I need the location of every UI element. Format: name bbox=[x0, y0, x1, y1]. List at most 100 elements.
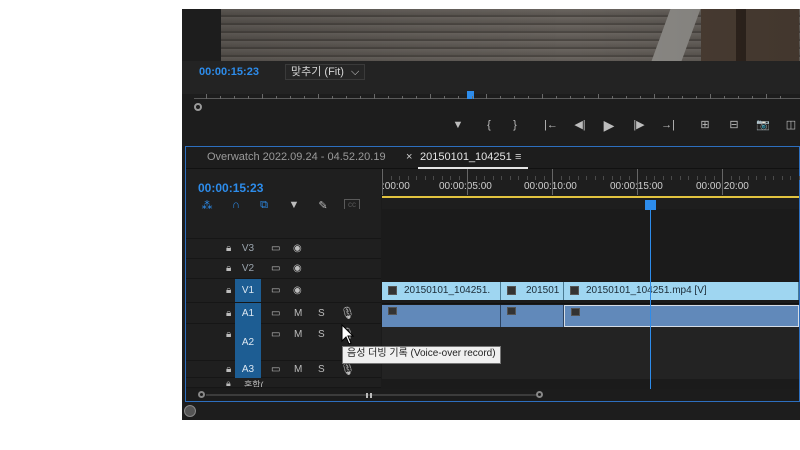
lock-icon[interactable]: 🔒︎ bbox=[226, 378, 231, 387]
sync-lock-icon[interactable]: ▭ bbox=[271, 263, 280, 274]
comparison-view-button[interactable]: ◫ bbox=[780, 114, 800, 136]
microphone-icon[interactable]: 🎙︎ bbox=[340, 306, 355, 320]
ruler-tick bbox=[637, 169, 638, 195]
ruler-tick bbox=[697, 176, 698, 180]
play-button[interactable]: ▶ bbox=[598, 114, 620, 136]
mute-button[interactable]: M bbox=[294, 308, 302, 319]
ruler-tick bbox=[765, 176, 766, 180]
sync-lock-icon[interactable]: ▭ bbox=[271, 285, 280, 296]
add-marker-button[interactable]: ▼ bbox=[447, 114, 469, 136]
mark-in-button[interactable]: { bbox=[478, 114, 500, 136]
lock-icon[interactable]: 🔒︎ bbox=[226, 329, 231, 340]
sync-lock-icon[interactable]: ▭ bbox=[271, 329, 280, 340]
video-clip[interactable]: 201501 bbox=[501, 282, 564, 300]
ruler-tick bbox=[780, 96, 781, 99]
fit-dropdown[interactable]: 맞추기 (Fit) ⌵ bbox=[285, 64, 366, 80]
step-back-button[interactable]: ◀| bbox=[569, 114, 591, 136]
scroll-handle-left[interactable] bbox=[198, 391, 205, 398]
audio-clip[interactable] bbox=[382, 305, 501, 327]
mark-out-button[interactable]: } bbox=[504, 114, 526, 136]
track-name-a3[interactable]: A3 bbox=[235, 361, 261, 378]
ruler-tick bbox=[248, 96, 249, 99]
solo-button[interactable]: S bbox=[318, 308, 325, 319]
lock-icon[interactable]: 🔒︎ bbox=[226, 243, 231, 254]
ruler-tick bbox=[486, 94, 487, 99]
track-name-v2[interactable]: V2 bbox=[235, 263, 261, 274]
extract-button[interactable]: ⊟ bbox=[723, 114, 745, 136]
ruler-tick bbox=[722, 169, 723, 195]
panel-menu-icon[interactable]: ≡ bbox=[515, 151, 521, 163]
ruler-tick bbox=[705, 176, 706, 180]
ruler-tick bbox=[612, 96, 613, 99]
mute-button[interactable]: M bbox=[294, 329, 302, 340]
ruler-tick bbox=[756, 176, 757, 180]
video-clip[interactable]: 20150101_104251.mp4 [V] bbox=[564, 282, 799, 300]
ruler-tick bbox=[476, 176, 477, 180]
track-name-a2[interactable]: A2 bbox=[235, 324, 261, 361]
tab-20150101-sequence[interactable]: 20150101_104251 bbox=[420, 151, 512, 163]
timeline-playhead-line[interactable] bbox=[650, 203, 651, 393]
ruler-tick bbox=[528, 96, 529, 99]
track-name-v1[interactable]: V1 bbox=[235, 279, 261, 302]
ruler-tick bbox=[766, 94, 767, 99]
go-to-out-button[interactable]: →| bbox=[657, 114, 679, 136]
ruler-tick bbox=[510, 176, 511, 180]
sync-lock-icon[interactable]: ▭ bbox=[271, 243, 280, 254]
lock-icon[interactable]: 🔒︎ bbox=[226, 285, 231, 296]
fx-badge-icon bbox=[570, 286, 579, 295]
ruler-tick bbox=[332, 96, 333, 99]
program-timecode[interactable]: 00:00:15:23 bbox=[199, 66, 259, 78]
zoom-handle-left[interactable] bbox=[194, 103, 202, 111]
close-icon[interactable]: × bbox=[406, 151, 412, 163]
program-scrub-ruler[interactable] bbox=[194, 89, 800, 111]
video-clip[interactable]: 20150101_104251. bbox=[382, 282, 501, 300]
expand-track-icon[interactable] bbox=[366, 393, 372, 398]
ruler-tick bbox=[629, 176, 630, 180]
eye-icon[interactable]: ◉ bbox=[293, 243, 302, 254]
eye-icon[interactable]: ◉ bbox=[293, 285, 302, 296]
ruler-tick bbox=[586, 176, 587, 180]
lock-icon[interactable]: 🔒︎ bbox=[226, 364, 231, 375]
audio-clip[interactable] bbox=[501, 305, 564, 327]
ruler-tick bbox=[612, 176, 613, 180]
sync-lock-icon[interactable]: ▭ bbox=[271, 364, 280, 375]
ruler-tick bbox=[710, 94, 711, 99]
go-to-in-button[interactable]: |← bbox=[540, 114, 562, 136]
ruler-tick bbox=[500, 96, 501, 99]
scroll-handle-right[interactable] bbox=[536, 391, 543, 398]
track-name-v3[interactable]: V3 bbox=[235, 243, 261, 254]
lift-button[interactable]: ⊞ bbox=[694, 114, 716, 136]
audio-clip-selected[interactable] bbox=[564, 305, 799, 327]
export-frame-button[interactable]: 📷 bbox=[752, 114, 774, 136]
tab-overwatch-sequence[interactable]: Overwatch 2022.09.24 - 04.52.20.19 bbox=[207, 151, 386, 163]
ruler-tick bbox=[584, 96, 585, 99]
solo-button[interactable]: S bbox=[318, 329, 325, 340]
ruler-tick bbox=[318, 94, 319, 99]
lock-icon[interactable]: 🔒︎ bbox=[226, 308, 231, 319]
timeline-horizontal-scrollbar[interactable] bbox=[186, 389, 799, 401]
creative-cloud-icon[interactable] bbox=[184, 405, 196, 417]
solo-button[interactable]: S bbox=[318, 364, 325, 375]
ruler-tick bbox=[442, 176, 443, 180]
ruler-tick bbox=[493, 176, 494, 180]
fx-badge-icon bbox=[507, 286, 516, 295]
sync-lock-icon[interactable]: ▭ bbox=[271, 308, 280, 319]
ruler-tick bbox=[680, 176, 681, 180]
track-header-v3: 🔒︎ V3 ▭ ◉ bbox=[186, 239, 381, 259]
transport-controls: ▼ { } |← ◀| ▶ |▶ →| ⊞ ⊟ 📷 ◫ bbox=[182, 114, 800, 138]
ruler-tick bbox=[640, 96, 641, 99]
track-name-a1[interactable]: A1 bbox=[235, 303, 261, 324]
ruler-tick bbox=[654, 176, 655, 180]
timeline-tabs: Overwatch 2022.09.24 - 04.52.20.19 × 201… bbox=[186, 147, 799, 169]
mute-button[interactable]: M bbox=[294, 364, 302, 375]
eye-icon[interactable]: ◉ bbox=[293, 263, 302, 274]
ruler-tick bbox=[688, 176, 689, 180]
work-area-bar[interactable] bbox=[382, 196, 799, 198]
timeline-ruler[interactable]: :00:00 00:00:05:00 00:00:10:00 00:00:15:… bbox=[382, 169, 800, 209]
ruler-tick bbox=[752, 96, 753, 99]
mix-track-label: 혼합( bbox=[244, 380, 264, 388]
timeline-timecode[interactable]: 00:00:15:23 bbox=[198, 181, 263, 195]
microphone-icon[interactable]: 🎙︎ bbox=[340, 362, 355, 376]
step-forward-button[interactable]: |▶ bbox=[628, 114, 650, 136]
lock-icon[interactable]: 🔒︎ bbox=[226, 263, 231, 274]
